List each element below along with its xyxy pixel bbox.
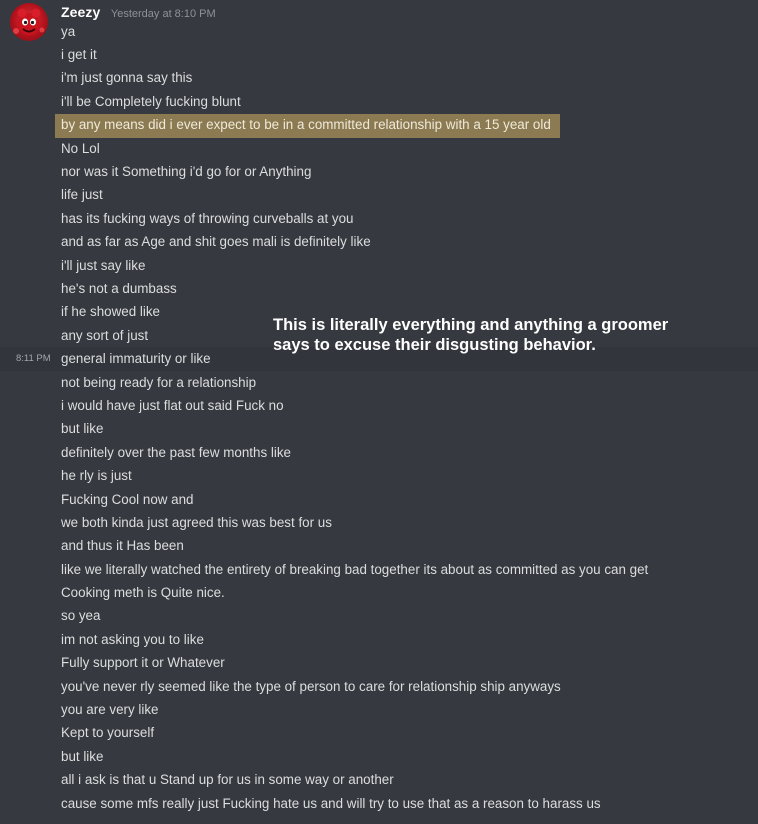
message-line: but like — [61, 421, 104, 436]
message-line: Kept to yourself — [61, 725, 155, 740]
message-line: ya — [61, 24, 76, 39]
message-line: and thus it Has been — [61, 538, 184, 553]
message-line: nor was it Something i'd go for or Anyth… — [61, 164, 312, 179]
message-line: so yea — [61, 608, 101, 623]
username[interactable]: Zeezy — [61, 4, 100, 20]
message-line: he's not a dumbass — [61, 281, 177, 296]
overlay-annotation: This is literally everything and anythin… — [273, 315, 668, 355]
message-line: Cooking meth is Quite nice. — [61, 585, 225, 600]
message-line: cause some mfs really just Fucking hate … — [61, 796, 601, 811]
message-header: Zeezy Yesterday at 8:10 PM — [61, 4, 216, 22]
message-line: you've never rly seemed like the type of… — [61, 679, 561, 694]
message-timestamp[interactable]: Yesterday at 8:10 PM — [111, 8, 216, 20]
message-line: Fucking Cool now and — [61, 492, 194, 507]
message-line: you are very like — [61, 702, 159, 717]
message-line: life just — [61, 187, 103, 202]
message-line: i'll be Completely fucking blunt — [61, 94, 241, 109]
message-line: like we literally watched the entirety o… — [61, 562, 649, 577]
highlighted-message-line: by any means did i ever expect to be in … — [61, 117, 551, 132]
message-line: i would have just flat out said Fuck no — [61, 398, 284, 413]
message-line: if he showed like — [61, 304, 160, 319]
hover-timestamp: 8:11 PM — [16, 353, 51, 364]
message-line: i'll just say like — [61, 258, 146, 273]
message-line: No Lol — [61, 141, 100, 156]
message-line: but like — [61, 749, 104, 764]
message-line: he rly is just — [61, 468, 132, 483]
avatar-character-icon — [13, 8, 45, 35]
message-line: general immaturity or like — [61, 351, 211, 366]
message-line: Fully support it or Whatever — [61, 655, 225, 670]
message-line: im not asking you to like — [61, 632, 204, 647]
message-line: not being ready for a relationship — [61, 375, 257, 390]
annotation-line-2: says to excuse their disgusting behavior… — [273, 336, 596, 354]
message-line: definitely over the past few months like — [61, 445, 291, 460]
message-line: i'm just gonna say this — [61, 70, 193, 85]
message-line: any sort of just — [61, 328, 149, 343]
annotation-line-1: This is literally everything and anythin… — [273, 316, 669, 334]
avatar[interactable] — [10, 3, 48, 41]
message-line: we both kinda just agreed this was best … — [61, 515, 332, 530]
message-line: all i ask is that u Stand up for us in s… — [61, 772, 394, 787]
message-line: i get it — [61, 47, 97, 62]
message-line: has its fucking ways of throwing curveba… — [61, 211, 354, 226]
chat-view: 8:11 PM Zeezy Yesterday at 8:10 PM ya i … — [0, 0, 758, 824]
message-line: and as far as Age and shit goes mali is … — [61, 234, 371, 249]
